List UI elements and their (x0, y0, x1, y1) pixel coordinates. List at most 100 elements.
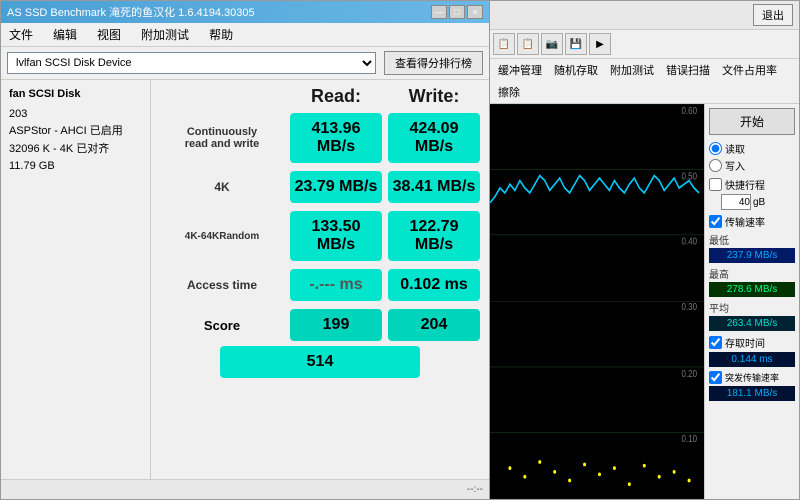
svg-text:0.30: 0.30 (682, 301, 697, 312)
fast-mode-item: 快捷行程 (709, 177, 795, 192)
bench-label-seq: Continuouslyread and write (157, 126, 287, 150)
bench-label-header (157, 86, 287, 107)
disk-info-line-2: 32096 K - 4K 已对齐 (9, 141, 142, 159)
drive-select[interactable]: lvlfan SCSI Disk Device (7, 52, 376, 74)
bench-label-access: Access time (157, 278, 287, 292)
burst-checkbox[interactable] (709, 371, 722, 384)
tab-buffer[interactable]: 缓冲管理 (494, 61, 546, 79)
radio-group: 读取 写入 (709, 141, 795, 173)
tab-erase[interactable]: 擦除 (494, 83, 524, 101)
menu-edit[interactable]: 编辑 (49, 25, 81, 44)
disk-info-line-1: ASPStor - AHCI 已启用 (9, 123, 142, 141)
toolbar-play-icon[interactable]: ▶ (589, 33, 611, 55)
status-text: --:-- (467, 484, 483, 495)
burst-value: 181.1 MB/s (709, 386, 795, 401)
burst-label: 突发传输速率 (725, 371, 779, 384)
bench-read-access: -.--- ms (290, 269, 382, 301)
speed-label: 传输速率 (725, 214, 765, 229)
benchmark-table: Read: Write: Continuouslyread and write … (151, 80, 489, 479)
bench-write-4k: 38.41 MB/s (388, 171, 480, 203)
radio-read[interactable] (709, 142, 722, 155)
radio-read-label: 读取 (725, 141, 745, 156)
tab-file[interactable]: 文件占用率 (718, 61, 781, 79)
radio-write[interactable] (709, 159, 722, 172)
tab-random[interactable]: 随机存取 (550, 61, 602, 79)
radio-write-item: 写入 (709, 158, 795, 173)
speed-check-item: 传输速率 (709, 214, 795, 229)
title-bar: AS SSD Benchmark 滝死的鱼汉化 1.6.4194.30305 —… (1, 1, 489, 23)
bench-read-4k: 23.79 MB/s (290, 171, 382, 203)
benchmark-window: AS SSD Benchmark 滝死的鱼汉化 1.6.4194.30305 —… (0, 0, 490, 500)
toolbar-camera-icon[interactable]: 📷 (541, 33, 563, 55)
svg-text:0.40: 0.40 (682, 236, 697, 247)
radio-write-label: 写入 (725, 158, 745, 173)
avg-value: 263.4 MB/s (709, 316, 795, 331)
bench-row-4k64k: 4K-64KRandom 133.50 MB/s 122.79 MB/s (157, 211, 483, 261)
min-label: 最低 (709, 232, 795, 247)
min-value: 237.9 MB/s (709, 248, 795, 263)
access-time-label: 存取时间 (725, 335, 765, 350)
toolbar-copy-icon[interactable]: 📋 (493, 33, 515, 55)
avg-label: 平均 (709, 300, 795, 315)
tab-scan[interactable]: 错误扫描 (662, 61, 714, 79)
window-title: AS SSD Benchmark 滝死的鱼汉化 1.6.4194.30305 (7, 4, 255, 20)
minimize-button[interactable]: — (431, 5, 447, 19)
access-time-check-item: 存取时间 (709, 335, 795, 350)
bench-row-seq: Continuouslyread and write 413.96 MB/s 4… (157, 113, 483, 163)
disk-info-panel: fan SCSI Disk 203 ASPStor - AHCI 已启用 320… (1, 80, 151, 479)
disk-info-line-0: 203 (9, 106, 142, 124)
gb-input[interactable] (721, 194, 751, 210)
score-button[interactable]: 查看得分排行榜 (384, 51, 483, 75)
svg-text:0.10: 0.10 (682, 433, 697, 444)
maximize-button[interactable]: □ (449, 5, 465, 19)
right-panel: 退出 📋 📋 📷 💾 ▶ 缓冲管理 随机存取 附加测试 错误扫描 文件占用率 擦… (490, 0, 800, 500)
disk-name: fan SCSI Disk (9, 86, 142, 104)
menu-view[interactable]: 视图 (93, 25, 125, 44)
speed-checkbox[interactable] (709, 215, 722, 228)
exit-button[interactable]: 退出 (753, 4, 793, 26)
score-write: 204 (388, 309, 480, 341)
bench-label-4k64k: 4K-64KRandom (157, 231, 287, 242)
chart-area: 0.60 0.50 0.40 0.30 0.20 0.10 (490, 104, 704, 499)
max-label: 最高 (709, 266, 795, 281)
main-toolbar: lvlfan SCSI Disk Device 查看得分排行榜 (1, 47, 489, 80)
bench-read-seq: 413.96 MB/s (290, 113, 382, 163)
menu-file[interactable]: 文件 (5, 25, 37, 44)
access-time-value: 0.144 ms (709, 352, 795, 367)
max-value: 278.6 MB/s (709, 282, 795, 297)
menu-extra-test[interactable]: 附加测试 (137, 25, 193, 44)
toolbar-save-icon[interactable]: 💾 (565, 33, 587, 55)
total-score-row: 514 (157, 346, 483, 378)
right-tabs: 缓冲管理 随机存取 附加测试 错误扫描 文件占用率 擦除 (490, 59, 799, 104)
bench-write-access: 0.102 ms (388, 269, 480, 301)
bench-read-4k64k: 133.50 MB/s (290, 211, 382, 261)
bench-write-4k64k: 122.79 MB/s (388, 211, 480, 261)
score-row: Score 199 204 (157, 309, 483, 341)
svg-text:0.20: 0.20 (682, 368, 697, 379)
total-score: 514 (220, 346, 420, 378)
toolbar-paste-icon[interactable]: 📋 (517, 33, 539, 55)
right-main-content: 0.60 0.50 0.40 0.30 0.20 0.10 (490, 104, 799, 499)
gb-input-row: gB (721, 194, 795, 210)
burst-check-item: 突发传输速率 (709, 371, 795, 384)
start-button[interactable]: 开始 (709, 108, 795, 135)
right-title-bar: 退出 (490, 1, 799, 30)
score-read: 199 (290, 309, 382, 341)
tab-extra[interactable]: 附加测试 (606, 61, 658, 79)
chart-svg: 0.60 0.50 0.40 0.30 0.20 0.10 (490, 104, 704, 499)
fast-mode-checkbox[interactable] (709, 178, 722, 191)
right-toolbar: 📋 📋 📷 💾 ▶ (490, 30, 799, 59)
menu-help[interactable]: 帮助 (205, 25, 237, 44)
gb-unit-label: gB (753, 197, 765, 208)
access-time-checkbox[interactable] (709, 336, 722, 349)
score-label: Score (157, 318, 287, 333)
window-controls: — □ × (431, 5, 483, 19)
controls-sidebar: 开始 读取 写入 快捷行程 gB 传 (704, 104, 799, 499)
svg-text:0.60: 0.60 (682, 105, 697, 116)
bench-read-header: Read: (287, 86, 385, 107)
close-button[interactable]: × (467, 5, 483, 19)
radio-read-item: 读取 (709, 141, 795, 156)
bench-row-access: Access time -.--- ms 0.102 ms (157, 266, 483, 304)
disk-info-line-3: 11.79 GB (9, 158, 142, 176)
bench-header: Read: Write: (157, 86, 483, 107)
